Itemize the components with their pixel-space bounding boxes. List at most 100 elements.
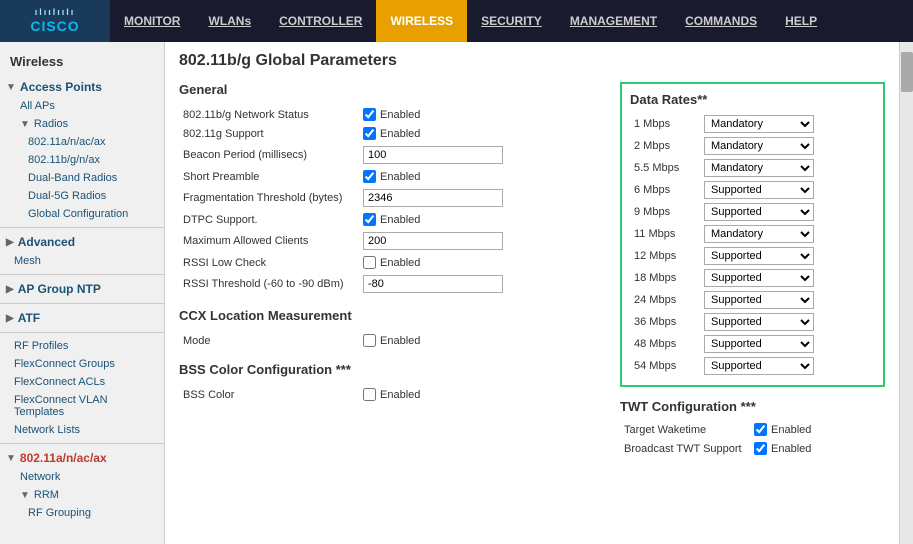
max-clients-input[interactable] xyxy=(363,232,503,250)
sidebar-item-80211bgnax[interactable]: 802.11b/g/n/ax xyxy=(0,151,164,169)
sidebar-item-flexconnect-vlan[interactable]: FlexConnect VLAN Templates xyxy=(0,391,164,421)
rate-select-0[interactable]: MandatorySupportedDisabled xyxy=(704,115,814,133)
short-preamble-checkbox-group: Enabled xyxy=(363,170,600,183)
sidebar-item-rrm[interactable]: ▼ RRM xyxy=(0,486,164,504)
sidebar-item-dual-5g[interactable]: Dual-5G Radios xyxy=(0,187,164,205)
broadcast-twt-checkbox[interactable] xyxy=(754,442,767,455)
rssi-low-label: Enabled xyxy=(380,257,420,269)
data-rate-row: 18 MbpsMandatorySupportedDisabled xyxy=(630,267,875,289)
general-section-title: General xyxy=(179,82,604,97)
field-label: RSSI Threshold (-60 to -90 dBm) xyxy=(179,272,359,296)
rate-select-11[interactable]: MandatorySupportedDisabled xyxy=(704,357,814,375)
nav-wlans[interactable]: WLANs xyxy=(194,0,265,42)
rssi-low-checkbox[interactable] xyxy=(363,256,376,269)
rate-label: 11 Mbps xyxy=(630,223,700,245)
nav-items: MONITOR WLANs CONTROLLER WIRELESS SECURI… xyxy=(110,0,913,42)
rate-label: 24 Mbps xyxy=(630,289,700,311)
broadcast-twt-label: Enabled xyxy=(771,443,811,455)
page-scrollbar[interactable] xyxy=(899,42,913,544)
nav-commands[interactable]: COMMANDS xyxy=(671,0,771,42)
sidebar-item-network-lists[interactable]: Network Lists xyxy=(0,421,164,439)
twt-row-broadcast: Broadcast TWT Support Enabled xyxy=(620,439,885,458)
radios-expand-icon: ▼ xyxy=(20,119,30,130)
rate-select-2[interactable]: MandatorySupportedDisabled xyxy=(704,159,814,177)
target-waketime-checkbox[interactable] xyxy=(754,423,767,436)
rate-select-4[interactable]: MandatorySupportedDisabled xyxy=(704,203,814,221)
dtpc-label: Enabled xyxy=(380,214,420,226)
field-label: Mode xyxy=(179,331,359,350)
80211g-support-checkbox-group: Enabled xyxy=(363,127,600,140)
sidebar-divider-1 xyxy=(0,227,164,228)
scrollbar-thumb[interactable] xyxy=(901,52,913,92)
nav-security[interactable]: SECURITY xyxy=(467,0,556,42)
dtpc-checkbox[interactable] xyxy=(363,213,376,226)
expand-icon: ▼ xyxy=(6,82,16,93)
nav-help[interactable]: HELP xyxy=(771,0,831,42)
data-rate-row: 48 MbpsMandatorySupportedDisabled xyxy=(630,333,875,355)
rate-select-8[interactable]: MandatorySupportedDisabled xyxy=(704,291,814,309)
sidebar: Wireless ▼ Access Points All APs ▼ Radio… xyxy=(0,42,165,544)
ccx-mode-checkbox[interactable] xyxy=(363,334,376,347)
sidebar-item-flexconnect-acls[interactable]: FlexConnect ACLs xyxy=(0,373,164,391)
data-rate-row: 1 MbpsMandatorySupportedDisabled xyxy=(630,113,875,135)
sidebar-item-rf-profiles[interactable]: RF Profiles xyxy=(0,337,164,355)
bss-color-checkbox[interactable] xyxy=(363,388,376,401)
data-rates-title: Data Rates** xyxy=(630,92,875,107)
sidebar-item-advanced[interactable]: ▶ Advanced xyxy=(0,232,164,252)
rate-select-7[interactable]: MandatorySupportedDisabled xyxy=(704,269,814,287)
rate-select-5[interactable]: MandatorySupportedDisabled xyxy=(704,225,814,243)
sidebar-item-mesh[interactable]: Mesh xyxy=(0,252,164,270)
sidebar-item-rf-grouping[interactable]: RF Grouping xyxy=(0,504,164,522)
target-waketime-group: Enabled xyxy=(754,423,881,436)
sidebar-item-80211a[interactable]: ▼ 802.11a/n/ac/ax xyxy=(0,448,164,468)
sidebar-divider-4 xyxy=(0,332,164,333)
field-network-status: 802.11b/g Network Status Enabled xyxy=(179,105,604,124)
data-rate-row: 2 MbpsMandatorySupportedDisabled xyxy=(630,135,875,157)
field-max-clients: Maximum Allowed Clients xyxy=(179,229,604,253)
data-rate-row: 6 MbpsMandatorySupportedDisabled xyxy=(630,179,875,201)
nav-monitor[interactable]: MONITOR xyxy=(110,0,194,42)
ccx-section-title: CCX Location Measurement xyxy=(179,308,604,323)
rate-select-1[interactable]: MandatorySupportedDisabled xyxy=(704,137,814,155)
sidebar-item-network[interactable]: Network xyxy=(0,468,164,486)
field-label: BSS Color xyxy=(179,385,359,404)
a-expand-icon: ▼ xyxy=(6,453,16,464)
sidebar-item-access-points[interactable]: ▼ Access Points xyxy=(0,77,164,97)
twt-table: Target Waketime Enabled Broadcast TWT Su… xyxy=(620,420,885,458)
rate-label: 54 Mbps xyxy=(630,355,700,377)
general-form: 802.11b/g Network Status Enabled 802.11g… xyxy=(179,105,604,296)
ccx-mode-label: Enabled xyxy=(380,335,420,347)
field-label: Maximum Allowed Clients xyxy=(179,229,359,253)
field-bss-color: BSS Color Enabled xyxy=(179,385,604,404)
data-rates-table: 1 MbpsMandatorySupportedDisabled2 MbpsMa… xyxy=(630,113,875,377)
nav-wireless[interactable]: WIRELESS xyxy=(376,0,467,42)
twt-label: Target Waketime xyxy=(620,420,750,439)
short-preamble-checkbox[interactable] xyxy=(363,170,376,183)
rate-select-6[interactable]: MandatorySupportedDisabled xyxy=(704,247,814,265)
rate-select-9[interactable]: MandatorySupportedDisabled xyxy=(704,313,814,331)
field-label: Short Preamble xyxy=(179,167,359,186)
sidebar-item-radios[interactable]: ▼ Radios xyxy=(0,115,164,133)
field-label: RSSI Low Check xyxy=(179,253,359,272)
data-rate-row: 36 MbpsMandatorySupportedDisabled xyxy=(630,311,875,333)
nav-management[interactable]: MANAGEMENT xyxy=(556,0,671,42)
beacon-period-input[interactable] xyxy=(363,146,503,164)
sidebar-item-dual-band[interactable]: Dual-Band Radios xyxy=(0,169,164,187)
rate-label: 36 Mbps xyxy=(630,311,700,333)
fragmentation-input[interactable] xyxy=(363,189,503,207)
rssi-threshold-input[interactable] xyxy=(363,275,503,293)
sidebar-item-ap-group-ntp[interactable]: ▶ AP Group NTP xyxy=(0,279,164,299)
sidebar-item-80211anax[interactable]: 802.11a/n/ac/ax xyxy=(0,133,164,151)
sidebar-item-atf[interactable]: ▶ ATF xyxy=(0,308,164,328)
sidebar-item-flexconnect-groups[interactable]: FlexConnect Groups xyxy=(0,355,164,373)
network-status-checkbox[interactable] xyxy=(363,108,376,121)
80211g-support-checkbox[interactable] xyxy=(363,127,376,140)
field-label: 802.11g Support xyxy=(179,124,359,143)
sidebar-item-all-aps[interactable]: All APs xyxy=(0,97,164,115)
rate-select-10[interactable]: MandatorySupportedDisabled xyxy=(704,335,814,353)
sidebar-item-global-config[interactable]: Global Configuration xyxy=(0,205,164,223)
ccx-mode-checkbox-group: Enabled xyxy=(363,334,600,347)
rate-label: 1 Mbps xyxy=(630,113,700,135)
nav-controller[interactable]: CONTROLLER xyxy=(265,0,376,42)
rate-select-3[interactable]: MandatorySupportedDisabled xyxy=(704,181,814,199)
